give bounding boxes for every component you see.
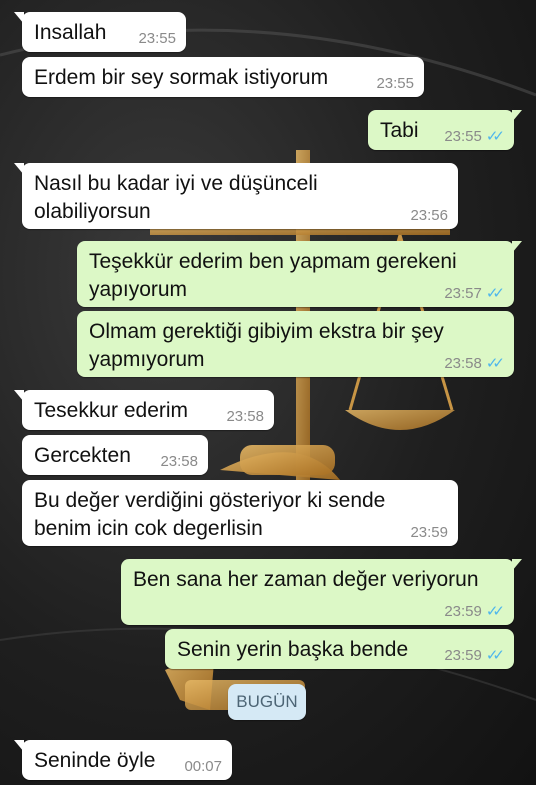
message-incoming[interactable]: Insallah 23:55 bbox=[14, 12, 186, 52]
message-incoming[interactable]: Nasıl bu kadar iyi ve düşünceli olabiliy… bbox=[14, 163, 458, 229]
message-time: 23:59 bbox=[410, 524, 448, 541]
message-text: Ben sana her zaman değer veriyorun bbox=[133, 568, 479, 591]
message-time: 23:57 ✓✓ bbox=[444, 285, 505, 302]
message-incoming[interactable]: Bu değer verdiğini gösteriyor ki sende b… bbox=[22, 480, 458, 546]
message-incoming[interactable]: Seninde öyle 00:07 bbox=[14, 740, 232, 780]
message-outgoing[interactable]: Ben sana her zaman değer veriyorun 23:59… bbox=[121, 559, 522, 625]
message-incoming[interactable]: Gercekten 23:58 bbox=[22, 435, 208, 475]
message-time: 23:55 bbox=[138, 30, 176, 47]
double-check-icon: ✓✓ bbox=[485, 647, 505, 664]
message-time: 23:58 bbox=[160, 453, 198, 470]
message-time: 00:07 bbox=[184, 758, 222, 775]
message-incoming[interactable]: Erdem bir sey sormak istiyorum 23:55 bbox=[22, 57, 424, 97]
double-check-icon: ✓✓ bbox=[485, 355, 505, 372]
message-text: Erdem bir sey sormak istiyorum bbox=[34, 66, 329, 89]
message-outgoing[interactable]: Olmam gerektiği gibiyim ekstra bir şey y… bbox=[77, 311, 514, 377]
message-time: 23:55 bbox=[376, 75, 414, 92]
message-time: 23:55 ✓✓ bbox=[444, 128, 505, 145]
message-text: Olmam gerektiği gibiyim ekstra bir şey y… bbox=[89, 320, 444, 371]
message-time: 23:56 bbox=[410, 207, 448, 224]
message-text: Bu değer verdiğini gösteriyor ki sende b… bbox=[34, 489, 386, 540]
message-outgoing[interactable]: Teşekkür ederim ben yapmam gerekeni yapı… bbox=[77, 241, 522, 307]
message-text: Nasıl bu kadar iyi ve düşünceli olabiliy… bbox=[34, 172, 318, 223]
double-check-icon: ✓✓ bbox=[485, 285, 505, 302]
message-time: 23:58 ✓✓ bbox=[444, 355, 505, 372]
message-outgoing[interactable]: Senin yerin başka bende 23:59 ✓✓ bbox=[165, 629, 514, 669]
message-outgoing[interactable]: Tabi 23:55 ✓✓ bbox=[368, 110, 522, 150]
message-time: 23:58 bbox=[226, 408, 264, 425]
message-time: 23:59 ✓✓ bbox=[444, 647, 505, 664]
message-time: 23:59 ✓✓ bbox=[444, 603, 505, 620]
double-check-icon: ✓✓ bbox=[485, 603, 505, 620]
message-text: Teşekkür ederim ben yapmam gerekeni yapı… bbox=[89, 250, 457, 301]
date-separator: BUGÜN bbox=[228, 684, 306, 720]
double-check-icon: ✓✓ bbox=[485, 128, 505, 145]
message-incoming[interactable]: Tesekkur ederim 23:58 bbox=[14, 390, 274, 430]
